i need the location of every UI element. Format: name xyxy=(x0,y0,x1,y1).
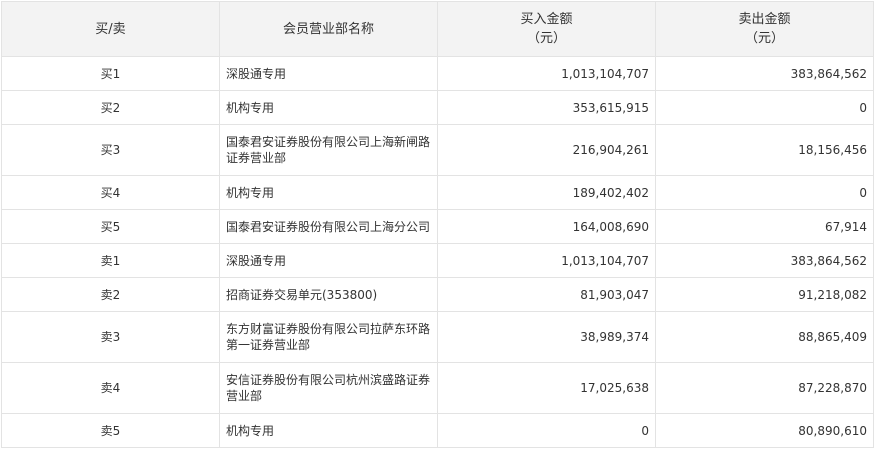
cell-buy-amount: 17,025,638 xyxy=(437,362,656,414)
cell-sell-amount: 80,890,610 xyxy=(655,413,874,448)
header-buy-amount-unit: （元） xyxy=(526,31,566,46)
table-row: 买1 深股通专用 1,013,104,707 383,864,562 xyxy=(1,56,874,91)
cell-branch-name: 招商证券交易单元(353800) xyxy=(219,277,438,312)
cell-sell-amount: 0 xyxy=(655,175,874,210)
header-sell-amount-unit: （元） xyxy=(744,31,784,46)
cell-sell-amount: 383,864,562 xyxy=(655,56,874,91)
cell-sell-amount: 67,914 xyxy=(655,209,874,244)
cell-branch-name: 安信证券股份有限公司杭州滨盛路证券 营业部 xyxy=(219,362,438,414)
branch-name-line: 深股通专用 xyxy=(226,66,287,81)
cell-sell-amount: 88,865,409 xyxy=(655,311,874,363)
cell-buy-amount: 1,013,104,707 xyxy=(437,56,656,91)
cell-sell-amount: 0 xyxy=(655,90,874,125)
cell-side: 卖5 xyxy=(1,413,220,448)
header-branch-name: 会员营业部名称 xyxy=(219,1,438,57)
cell-buy-amount: 81,903,047 xyxy=(437,277,656,312)
cell-branch-name: 深股通专用 xyxy=(219,56,438,91)
cell-buy-amount: 38,989,374 xyxy=(437,311,656,363)
branch-name-line: 营业部 xyxy=(226,389,263,403)
table-row: 买3 国泰君安证券股份有限公司上海新闸路 证券营业部 216,904,261 18,15… xyxy=(1,124,874,176)
cell-buy-amount: 189,402,402 xyxy=(437,175,656,210)
branch-name-line: 第一证券营业部 xyxy=(226,338,311,352)
branch-name-line: 招商证券交易单元(353800) xyxy=(226,287,378,302)
header-side: 买/卖 xyxy=(1,1,220,57)
cell-side: 买1 xyxy=(1,56,220,91)
cell-side: 卖1 xyxy=(1,243,220,278)
cell-branch-name: 机构专用 xyxy=(219,175,438,210)
cell-branch-name: 机构专用 xyxy=(219,413,438,448)
cell-branch-name: 国泰君安证券股份有限公司上海分公司 xyxy=(219,209,438,244)
cell-buy-amount: 0 xyxy=(437,413,656,448)
cell-buy-amount: 164,008,690 xyxy=(437,209,656,244)
table-row: 卖3 东方财富证券股份有限公司拉萨东环路 第一证券营业部 38,989,374 88,8… xyxy=(1,311,874,363)
branch-name-line: 东方财富证券股份有限公司拉萨东环路 xyxy=(226,322,431,336)
cell-buy-amount: 353,615,915 xyxy=(437,90,656,125)
branch-name-line: 证券营业部 xyxy=(226,151,287,165)
cell-buy-amount: 1,013,104,707 xyxy=(437,243,656,278)
cell-sell-amount: 87,228,870 xyxy=(655,362,874,414)
branch-name-line: 安信证券股份有限公司杭州滨盛路证券 xyxy=(226,373,431,387)
table-row: 卖2 招商证券交易单元(353800) 81,903,047 91,218,082 xyxy=(1,277,874,312)
cell-side: 卖2 xyxy=(1,277,220,312)
branch-name-line: 国泰君安证券股份有限公司上海分公司 xyxy=(226,219,431,234)
cell-buy-amount: 216,904,261 xyxy=(437,124,656,176)
cell-side: 买3 xyxy=(1,124,220,176)
table-row: 卖5 机构专用 0 80,890,610 xyxy=(1,413,874,448)
cell-branch-name: 深股通专用 xyxy=(219,243,438,278)
header-sell-amount-label: 卖出金额 xyxy=(738,12,791,27)
cell-sell-amount: 383,864,562 xyxy=(655,243,874,278)
cell-branch-name: 国泰君安证券股份有限公司上海新闸路 证券营业部 xyxy=(219,124,438,176)
branch-name-line: 机构专用 xyxy=(226,423,275,438)
cell-side: 买5 xyxy=(1,209,220,244)
cell-branch-name: 机构专用 xyxy=(219,90,438,125)
table-row: 买2 机构专用 353,615,915 0 xyxy=(1,90,874,125)
cell-side: 卖3 xyxy=(1,311,220,363)
header-sell-amount: 卖出金额 （元） xyxy=(655,1,874,57)
table-row: 买4 机构专用 189,402,402 0 xyxy=(1,175,874,210)
branch-name-line: 机构专用 xyxy=(226,100,275,115)
table-row: 卖4 安信证券股份有限公司杭州滨盛路证券 营业部 17,025,638 87,228,8… xyxy=(1,362,874,414)
cell-side: 买2 xyxy=(1,90,220,125)
header-buy-amount-label: 买入金额 xyxy=(520,12,573,27)
table-row: 买5 国泰君安证券股份有限公司上海分公司 164,008,690 67,914 xyxy=(1,209,874,244)
cell-side: 买4 xyxy=(1,175,220,210)
branch-name-line: 机构专用 xyxy=(226,185,275,200)
table-body: 买1 深股通专用 1,013,104,707 383,864,562 买2 机构专用 353… xyxy=(1,56,874,448)
cell-side: 卖4 xyxy=(1,362,220,414)
branch-name-line: 国泰君安证券股份有限公司上海新闸路 xyxy=(226,135,431,149)
header-buy-amount: 买入金额 （元） xyxy=(437,1,656,57)
branch-name-line: 深股通专用 xyxy=(226,253,287,268)
table-row: 卖1 深股通专用 1,013,104,707 383,864,562 xyxy=(1,243,874,278)
header-row: 买/卖 会员营业部名称 买入金额 （元） 卖出金额 （元） xyxy=(1,1,874,57)
cell-sell-amount: 18,156,456 xyxy=(655,124,874,176)
cell-branch-name: 东方财富证券股份有限公司拉萨东环路 第一证券营业部 xyxy=(219,311,438,363)
trading-branch-table: 买/卖 会员营业部名称 买入金额 （元） 卖出金额 （元） 买1 深股通专用 1,0… xyxy=(1,1,874,448)
table-header: 买/卖 会员营业部名称 买入金额 （元） 卖出金额 （元） xyxy=(1,1,874,57)
cell-sell-amount: 91,218,082 xyxy=(655,277,874,312)
